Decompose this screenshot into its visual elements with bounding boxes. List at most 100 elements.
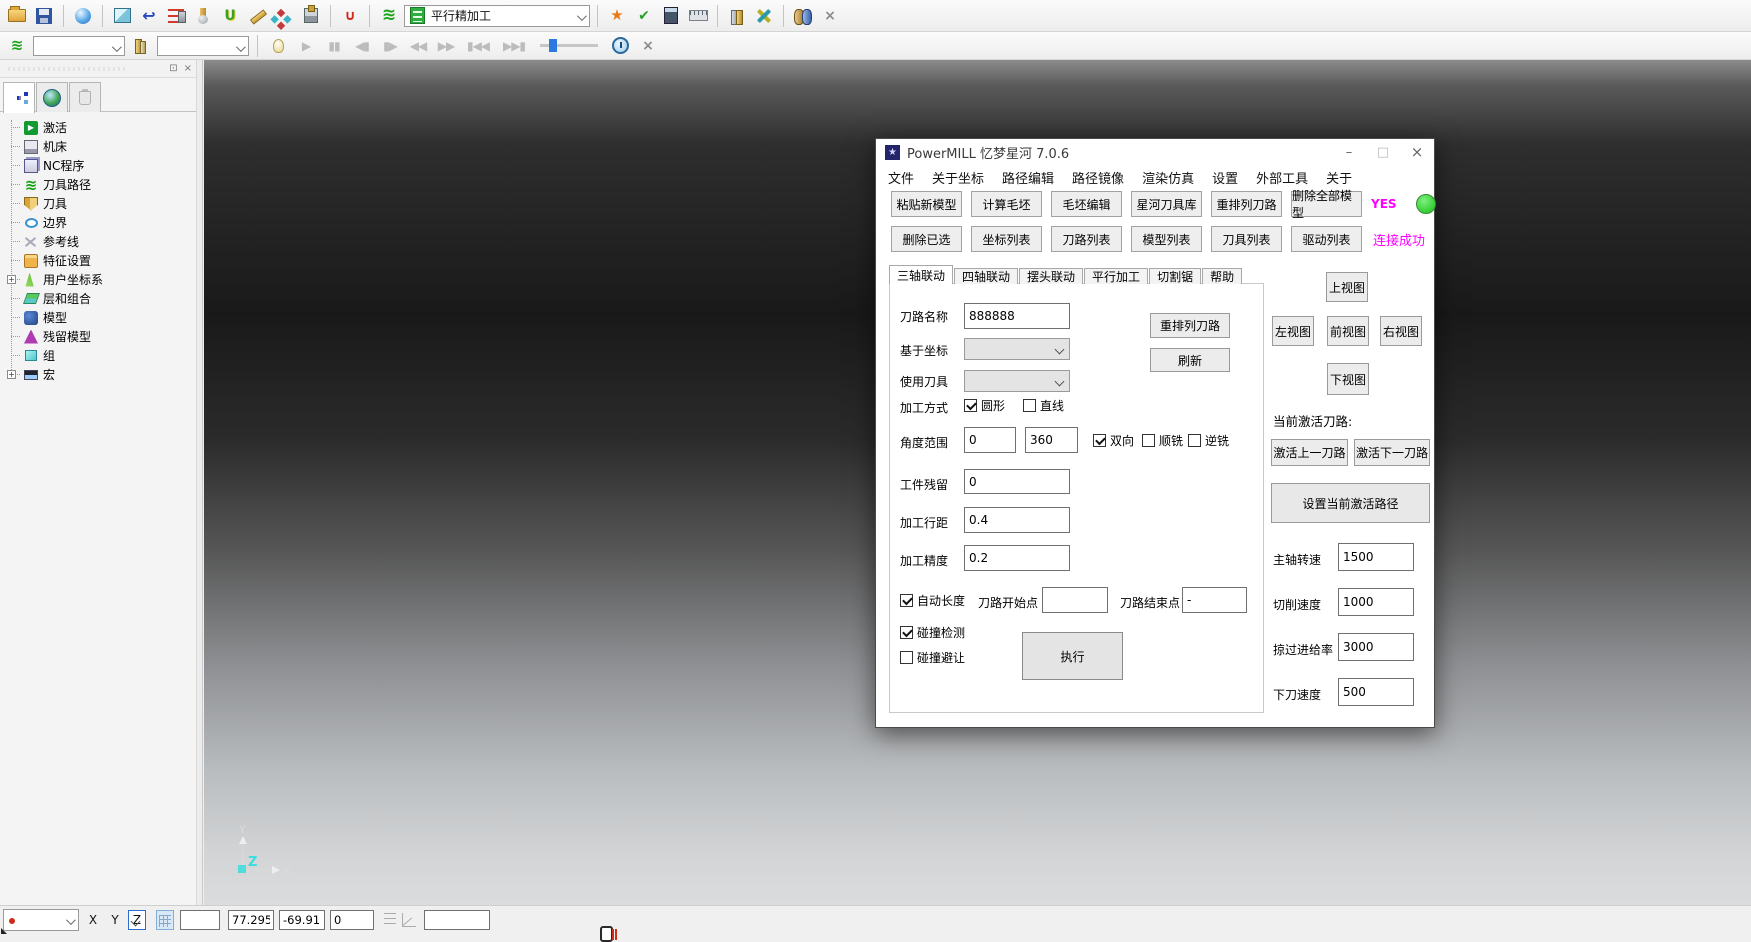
rewind-icon[interactable]: ◀◀ [406, 34, 430, 58]
toolpath-combo[interactable] [33, 36, 125, 56]
model-list-button[interactable]: 模型列表 [1131, 226, 1202, 252]
coord-z-field[interactable] [330, 910, 374, 930]
refresh-button[interactable]: 刷新 [1150, 348, 1230, 372]
tree-item-tool[interactable]: 刀具 [0, 194, 202, 213]
tree-item-toolpath[interactable]: ≋刀具路径 [0, 175, 202, 194]
view-right-button[interactable]: 右视图 [1380, 316, 1422, 346]
both-direction-checkbox[interactable]: 双向 [1093, 432, 1134, 449]
expand-icon[interactable]: + [7, 370, 16, 379]
angle-from-input[interactable] [964, 427, 1016, 453]
pattern-points-icon[interactable] [272, 4, 296, 28]
ball-tool-icon[interactable] [191, 4, 215, 28]
tab-swivel[interactable]: 摆头联动 [1019, 268, 1083, 284]
minimize-icon[interactable]: – [1332, 139, 1366, 165]
paste-model-button[interactable]: 粘贴新模型 [891, 191, 962, 217]
activate-prev-toolpath-button[interactable]: 激活上一刀路 [1271, 439, 1348, 466]
menu-path-edit[interactable]: 路径编辑 [1000, 166, 1056, 189]
maximize-icon[interactable]: □ [1366, 139, 1400, 165]
block-icon[interactable] [110, 4, 134, 28]
slider-handle[interactable] [549, 39, 557, 52]
cross-arrows-icon[interactable] [752, 4, 776, 28]
go-start-icon[interactable]: ▮◀◀ [462, 34, 494, 58]
step-forward-icon[interactable]: ▮▶ [378, 34, 402, 58]
tree-item-machine[interactable]: 机床 [0, 137, 202, 156]
coord-y-field[interactable] [279, 910, 325, 930]
expand-icon[interactable]: + [7, 275, 16, 284]
tree-item-activate[interactable]: ▶激活 [0, 118, 202, 137]
view-front-button[interactable]: 前视图 [1327, 316, 1369, 346]
tolerance-input[interactable] [964, 545, 1070, 571]
circle-checkbox[interactable]: 圆形 [964, 397, 1005, 414]
coord-x-field[interactable] [228, 910, 274, 930]
collision-check-checkbox[interactable]: 碰撞检测 [900, 624, 965, 641]
menu-file[interactable]: 文件 [886, 166, 916, 189]
toolbar-close-icon[interactable]: × [818, 4, 842, 28]
skim-feed-input[interactable] [1338, 633, 1414, 661]
verify-check-icon[interactable]: ✔ [632, 4, 656, 28]
undo-arrow-icon[interactable]: ↩ [137, 4, 161, 28]
conventional-mill-checkbox[interactable]: 逆铣 [1188, 432, 1229, 449]
tools-icon[interactable] [129, 34, 153, 58]
fast-forward-icon[interactable]: ▶▶ [434, 34, 458, 58]
pause-icon[interactable]: ▮▮ [322, 34, 346, 58]
tree-item-macro[interactable]: +宏 [0, 365, 202, 384]
angle-to-input[interactable] [1025, 427, 1078, 453]
view-bottom-button[interactable]: 下视图 [1327, 363, 1369, 395]
line-checkbox[interactable]: 直线 [1023, 397, 1064, 414]
print-preview-icon[interactable] [71, 4, 95, 28]
calculator-icon[interactable] [659, 4, 683, 28]
menu-about[interactable]: 关于 [1324, 166, 1354, 189]
menu-coords[interactable]: 关于坐标 [930, 166, 986, 189]
stock-edit-button[interactable]: 毛坯编辑 [1051, 191, 1122, 217]
plunge-feed-input[interactable] [1338, 678, 1414, 706]
panel-close-icon[interactable]: × [184, 63, 192, 74]
panel-restore-icon[interactable]: ⊡ [169, 63, 177, 74]
tool-library-button[interactable]: 星河刀具库 [1131, 191, 1202, 217]
based-coord-select[interactable] [964, 338, 1070, 360]
lightbulb-icon[interactable] [266, 34, 290, 58]
grid-snap-icon[interactable] [156, 910, 174, 930]
end-point-input[interactable] [1182, 587, 1247, 613]
tab-saw[interactable]: 切割锯 [1149, 268, 1201, 284]
clock-icon[interactable] [608, 34, 632, 58]
cylinders-icon[interactable] [791, 4, 815, 28]
view-top-button[interactable]: 上视图 [1326, 272, 1368, 302]
menu-settings[interactable]: 设置 [1210, 166, 1240, 189]
toolpath-name-input[interactable] [964, 303, 1070, 329]
delete-all-models-button[interactable]: 删除全部模型 [1291, 191, 1362, 217]
axis-x-button[interactable]: X [84, 910, 102, 930]
boundary-icon[interactable]: U [218, 4, 242, 28]
toolpath-list-button[interactable]: 刀路列表 [1051, 226, 1122, 252]
tree-item-feature-set[interactable]: 特征设置 [0, 251, 202, 270]
snap-value-field[interactable] [180, 910, 220, 930]
speed-slider[interactable] [540, 44, 598, 47]
tool-pair-icon[interactable] [725, 4, 749, 28]
toolbar-close-icon[interactable]: × [636, 34, 660, 58]
rearrange-button[interactable]: 重排列刀路 [1150, 313, 1230, 338]
tab-parallel[interactable]: 平行加工 [1084, 268, 1148, 284]
curve-pencil-icon[interactable] [245, 4, 269, 28]
activate-next-toolpath-button[interactable]: 激活下一刀路 [1354, 439, 1430, 466]
tab-explorer-tree[interactable] [3, 82, 35, 113]
menu-external-tools[interactable]: 外部工具 [1254, 166, 1310, 189]
climb-mill-checkbox[interactable]: 顺铣 [1142, 432, 1183, 449]
tool-holder-icon[interactable] [299, 4, 323, 28]
workplane-combo[interactable] [3, 909, 79, 931]
panel-splitter[interactable] [196, 60, 202, 905]
stock-remain-input[interactable] [964, 469, 1070, 494]
tab-help[interactable]: 帮助 [1202, 268, 1242, 284]
coord-list-button[interactable]: 坐标列表 [971, 226, 1042, 252]
tool-combo[interactable] [157, 36, 249, 56]
toolpath-ribbon-icon[interactable]: ≋ [5, 34, 29, 58]
auto-length-checkbox[interactable]: 自动长度 [900, 592, 965, 609]
axis-y-button[interactable]: Y [106, 910, 124, 930]
drive-list-button[interactable]: 驱动列表 [1291, 226, 1362, 252]
step-back-icon[interactable]: ◀▮ [350, 34, 374, 58]
view-left-button[interactable]: 左视图 [1272, 316, 1314, 346]
ruler-icon[interactable] [686, 4, 710, 28]
sim-pause-icon[interactable] [600, 926, 613, 942]
calc-stock-button[interactable]: 计算毛坯 [971, 191, 1042, 217]
plunge-mill-icon[interactable]: ∪ [338, 4, 362, 28]
strategy-dropdown[interactable]: 平行精加工 [404, 5, 590, 27]
measure-field[interactable] [424, 910, 490, 930]
